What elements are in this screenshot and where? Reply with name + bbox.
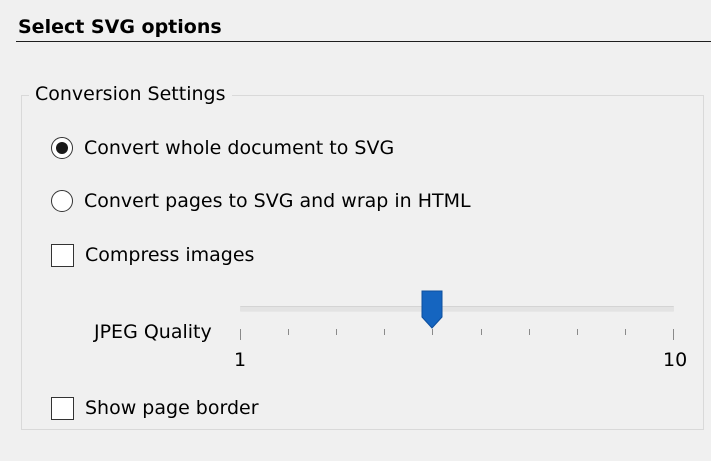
conversion-settings-legend: Conversion Settings: [29, 82, 232, 106]
radio-convert-pages-wrap-html[interactable]: Convert pages to SVG and wrap in HTML: [51, 189, 471, 213]
slider-tick: [625, 329, 626, 335]
slider-tick: [481, 329, 482, 335]
radio-label: Convert pages to SVG and wrap in HTML: [84, 190, 471, 212]
slider-tick: [336, 329, 337, 335]
slider-tick: [240, 329, 241, 340]
slider-min-label: 1: [234, 349, 247, 371]
page-title: Select SVG options: [18, 16, 222, 38]
checkbox[interactable]: [51, 243, 74, 267]
slider-max-label: 10: [663, 349, 688, 371]
checkbox-show-page-border[interactable]: Show page border: [51, 396, 259, 420]
slider-track[interactable]: [240, 306, 674, 312]
radio-convert-whole-document[interactable]: Convert whole document to SVG: [51, 136, 394, 160]
checkbox-label: Compress images: [85, 244, 255, 266]
header-divider: [16, 41, 711, 42]
checkbox-compress-images[interactable]: Compress images: [51, 243, 254, 267]
radio-dot: [56, 142, 68, 154]
checkbox[interactable]: [51, 396, 74, 420]
slider-tick: [384, 329, 385, 335]
radio-label: Convert whole document to SVG: [84, 137, 395, 159]
slider-tick: [432, 329, 433, 335]
slider-tick: [288, 329, 289, 335]
radio-button[interactable]: [51, 190, 73, 212]
slider-thumb-shape: [421, 290, 443, 329]
checkbox-label: Show page border: [85, 397, 259, 419]
slider-tick: [577, 329, 578, 335]
jpeg-quality-label: JPEG Quality: [94, 321, 212, 343]
radio-button-selected[interactable]: [51, 137, 73, 159]
slider-tick: [673, 329, 674, 340]
slider-thumb[interactable]: [421, 290, 443, 329]
slider-tick: [529, 329, 530, 335]
